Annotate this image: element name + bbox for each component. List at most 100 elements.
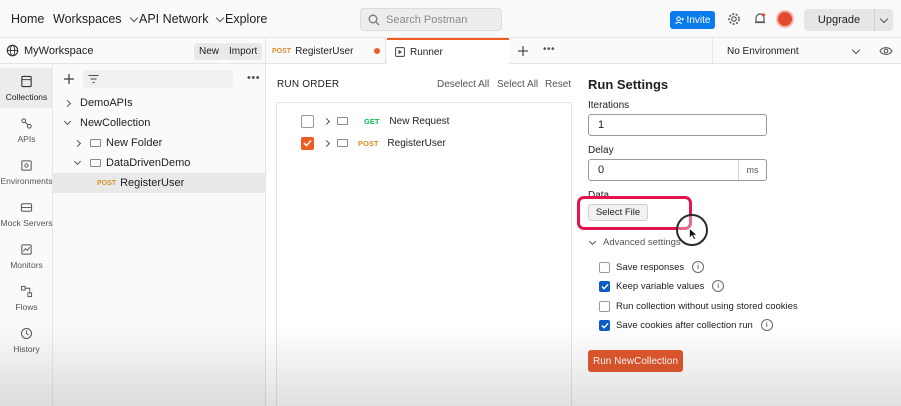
delay-input[interactable]: 0 ms bbox=[588, 159, 767, 181]
mouse-pointer-icon bbox=[689, 228, 698, 240]
tree-item-new-folder[interactable]: New Folder bbox=[53, 133, 266, 153]
nav-api-network[interactable]: API Network bbox=[139, 12, 225, 26]
nav-api-network-label: API Network bbox=[139, 12, 209, 26]
iterations-input[interactable]: 1 bbox=[588, 114, 767, 136]
option-checkbox[interactable] bbox=[599, 319, 610, 331]
tree-item-label: DataDrivenDemo bbox=[106, 157, 191, 169]
sidebar-item-history[interactable]: History bbox=[0, 320, 53, 360]
delay-label: Delay bbox=[588, 145, 614, 156]
info-icon[interactable]: i bbox=[712, 280, 725, 292]
tree-item-label: DemoAPIs bbox=[80, 97, 133, 109]
add-person-icon bbox=[674, 15, 684, 24]
unsaved-dot-icon bbox=[374, 48, 380, 54]
sidebar-item-collections[interactable]: Collections bbox=[0, 68, 53, 108]
filter-input[interactable] bbox=[83, 70, 233, 88]
option-save-responses[interactable]: Save responses i bbox=[599, 260, 705, 274]
folder-icon bbox=[337, 139, 348, 147]
option-keep-variable-values[interactable]: Keep variable values i bbox=[599, 279, 725, 293]
user-avatar[interactable] bbox=[776, 10, 794, 28]
option-save-cookies[interactable]: Save cookies after collection run i bbox=[599, 318, 773, 332]
reset-button[interactable]: Reset bbox=[545, 79, 571, 90]
run-collection-button[interactable]: Run NewCollection bbox=[588, 350, 683, 372]
run-order-panel: RUN ORDER Deselect All Select All Reset … bbox=[266, 64, 572, 406]
sidebar-item-monitors[interactable]: Monitors bbox=[0, 236, 53, 276]
tab-more-icon[interactable]: ••• bbox=[543, 44, 555, 55]
runner-icon bbox=[395, 47, 405, 57]
chevron-down-icon bbox=[216, 13, 225, 22]
tree-item-demoapis[interactable]: DemoAPIs bbox=[53, 93, 266, 113]
plus-icon[interactable] bbox=[63, 73, 75, 85]
option-checkbox[interactable] bbox=[599, 261, 610, 273]
tree-item-label: NewCollection bbox=[80, 117, 151, 129]
tab-bar: POST RegisterUser Runner ••• No Environm… bbox=[266, 38, 901, 64]
option-run-without-cookies[interactable]: Run collection without using stored cook… bbox=[599, 299, 798, 313]
checkmark-icon bbox=[600, 322, 609, 329]
option-label: Save responses bbox=[616, 261, 685, 273]
nav-home[interactable]: Home bbox=[11, 12, 44, 26]
select-all-button[interactable]: Select All bbox=[497, 79, 538, 90]
advanced-settings-label: Advanced settings bbox=[603, 237, 681, 248]
tree-item-newcollection[interactable]: NewCollection bbox=[53, 113, 266, 133]
tab-registeruser[interactable]: POST RegisterUser bbox=[266, 38, 386, 64]
more-options-icon[interactable]: ••• bbox=[247, 72, 260, 84]
option-label: Save cookies after collection run bbox=[616, 319, 753, 331]
tree-toolbar: ••• bbox=[53, 70, 266, 90]
chevron-right-icon bbox=[322, 117, 331, 125]
sidebar-item-flows[interactable]: Flows bbox=[0, 278, 53, 318]
sidebar-item-environments[interactable]: Environments bbox=[0, 152, 53, 192]
request-checkbox[interactable] bbox=[301, 136, 314, 150]
nav-explore[interactable]: Explore bbox=[225, 12, 267, 26]
settings-gear-icon[interactable] bbox=[726, 11, 742, 27]
invite-button[interactable]: Invite bbox=[670, 11, 715, 29]
notifications-bell-icon[interactable] bbox=[752, 11, 768, 27]
sidebar-item-label: Flows bbox=[15, 301, 38, 312]
method-badge: POST bbox=[358, 138, 379, 148]
option-label: Run collection without using stored cook… bbox=[616, 300, 798, 312]
nav-workspaces[interactable]: Workspaces bbox=[53, 12, 138, 26]
flows-icon bbox=[20, 285, 33, 297]
tree-item-label: RegisterUser bbox=[120, 177, 185, 189]
collections-icon bbox=[21, 75, 32, 87]
search-icon bbox=[368, 14, 380, 25]
tree-item-datadrivendemo[interactable]: DataDrivenDemo bbox=[53, 153, 266, 173]
environment-selector[interactable]: No Environment bbox=[712, 38, 871, 64]
tree-item-registeruser[interactable]: POST RegisterUser bbox=[53, 173, 266, 193]
search-input[interactable]: Search Postman bbox=[360, 8, 502, 31]
upgrade-button[interactable]: Upgrade bbox=[804, 9, 893, 31]
upgrade-dropdown[interactable] bbox=[875, 14, 893, 23]
list-item[interactable]: GET New Request bbox=[277, 110, 573, 132]
tab-label: RegisterUser bbox=[295, 45, 354, 57]
import-button[interactable]: Import bbox=[224, 43, 263, 60]
chevron-down-icon bbox=[588, 237, 597, 245]
info-icon[interactable]: i bbox=[760, 319, 773, 331]
top-navigation-bar: Home Workspaces API Network Explore Sear… bbox=[0, 0, 901, 38]
run-order-list: GET New Request POST RegisterUser bbox=[276, 102, 572, 406]
run-settings-panel: Run Settings Iterations 1 Delay 0 ms Dat… bbox=[572, 64, 901, 406]
eye-icon[interactable] bbox=[879, 46, 893, 56]
tab-runner[interactable]: Runner bbox=[387, 38, 509, 64]
sidebar-item-label: Collections bbox=[5, 91, 48, 102]
chevron-down-icon bbox=[63, 117, 72, 126]
sidebar-item-label: APIs bbox=[17, 133, 36, 144]
folder-icon bbox=[90, 139, 101, 147]
new-button[interactable]: New bbox=[194, 43, 225, 60]
method-badge: POST bbox=[97, 179, 117, 187]
new-tab-plus-icon[interactable] bbox=[517, 45, 529, 57]
sidebar-item-apis[interactable]: APIs bbox=[0, 110, 53, 150]
globe-icon bbox=[6, 44, 19, 57]
advanced-settings-toggle[interactable]: Advanced settings bbox=[588, 237, 681, 248]
sidebar-item-label: History bbox=[13, 343, 40, 354]
info-icon[interactable]: i bbox=[692, 261, 705, 273]
sidebar-item-label: Mock Servers bbox=[0, 217, 53, 228]
list-item[interactable]: POST RegisterUser bbox=[277, 132, 573, 154]
workspace-name[interactable]: MyWorkspace bbox=[24, 45, 93, 57]
deselect-all-button[interactable]: Deselect All bbox=[437, 79, 489, 90]
request-name: New Request bbox=[389, 115, 450, 127]
request-checkbox[interactable] bbox=[301, 114, 314, 128]
option-checkbox[interactable] bbox=[599, 280, 610, 292]
workspace-header: MyWorkspace New Import bbox=[0, 38, 266, 64]
option-checkbox[interactable] bbox=[599, 300, 610, 312]
sidebar-item-mock-servers[interactable]: Mock Servers bbox=[0, 194, 53, 234]
request-name: RegisterUser bbox=[387, 137, 446, 149]
highlight-annotation bbox=[577, 196, 692, 230]
